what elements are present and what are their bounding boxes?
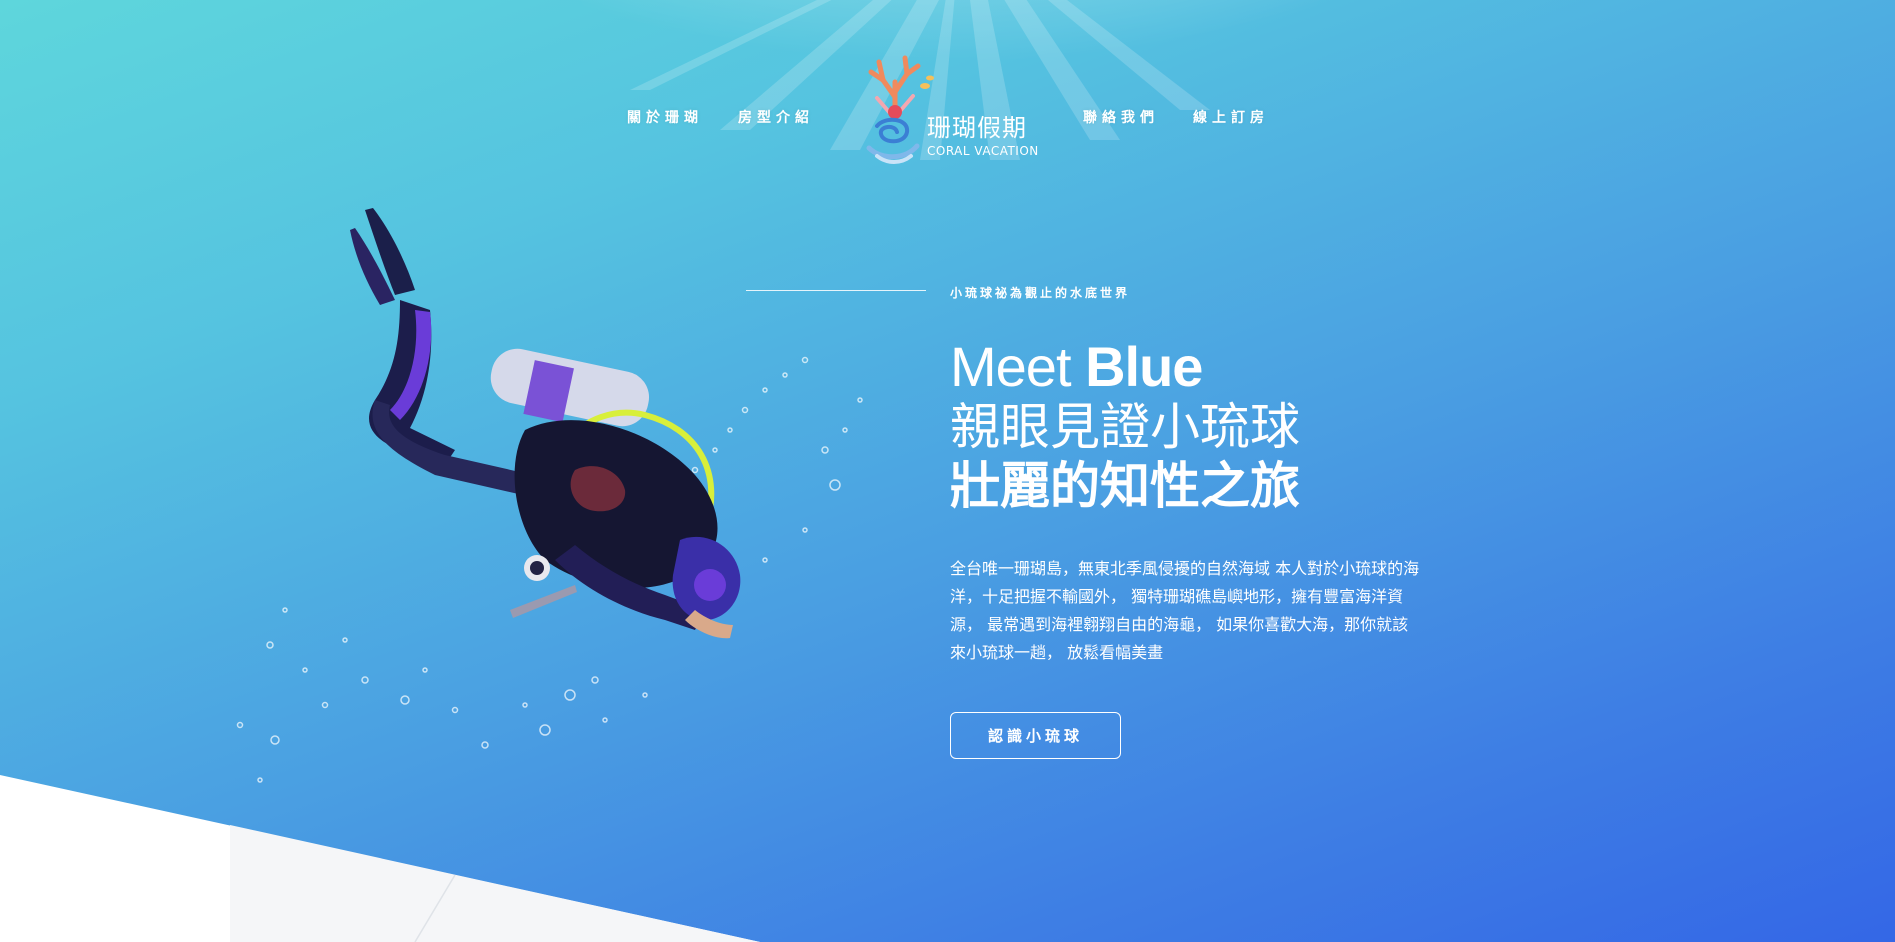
logo[interactable]: 珊瑚假期 CORAL VACATION xyxy=(855,52,1045,167)
headline-meet: Meet xyxy=(950,335,1086,398)
learn-about-xiaoliuqiu-button[interactable]: 認識小琉球 xyxy=(950,712,1121,759)
hero-headline: Meet Blue 親眼見證小琉球 壯麗的知性之旅 xyxy=(950,336,1650,516)
headline-line-2: 親眼見證小琉球 xyxy=(950,398,1300,456)
hero-description: 全台唯一珊瑚島，無東北季風侵擾的自然海域 本人對於小琉球的海洋，十足把握不輸國外… xyxy=(950,559,1420,662)
nav-item-room-types[interactable]: 房型介紹 xyxy=(738,107,814,127)
eyebrow-divider xyxy=(746,290,926,291)
coral-logo-icon xyxy=(866,55,934,164)
nav-item-contact-us[interactable]: 聯絡我們 xyxy=(1083,107,1159,127)
nav-item-about-coral[interactable]: 關於珊瑚 xyxy=(627,107,703,127)
nav-item-online-booking[interactable]: 線上訂房 xyxy=(1193,107,1269,127)
logo-subtitle: CORAL VACATION xyxy=(927,144,1039,158)
hero-eyebrow: 小琉球祕為觀止的水底世界 xyxy=(950,286,1131,300)
logo-name: 珊瑚假期 xyxy=(927,114,1027,142)
headline-line-3: 壯麗的知性之旅 xyxy=(950,457,1300,515)
hero-section: 關於珊瑚 房型介紹 珊瑚假期 CORAL VACATION 聯絡我們 線上訂房 … xyxy=(0,0,1895,942)
headline-blue: Blue xyxy=(1085,335,1203,398)
